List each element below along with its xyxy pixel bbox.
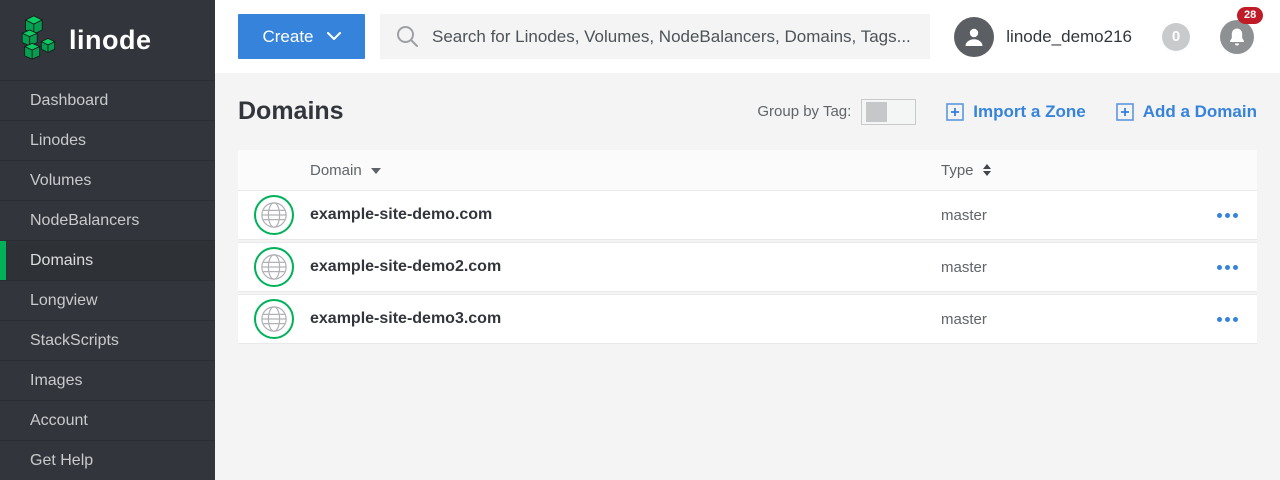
plus-square-icon <box>1116 103 1134 121</box>
column-label: Type <box>941 162 974 179</box>
sidebar-item-label: NodeBalancers <box>30 212 139 230</box>
domains-table: Domain Type example-site-demo.com master… <box>238 150 1257 344</box>
sidebar-item-label: Domains <box>30 252 93 270</box>
toggle-knob <box>866 102 887 122</box>
sidebar-item-get-help[interactable]: Get Help <box>0 440 215 480</box>
row-actions-menu-button[interactable] <box>1197 213 1257 218</box>
page-title: Domains <box>238 97 344 126</box>
sidebar-item-images[interactable]: Images <box>0 360 215 400</box>
row-actions-menu-button[interactable] <box>1197 265 1257 270</box>
row-actions-menu-button[interactable] <box>1197 317 1257 322</box>
domain-name[interactable]: example-site-demo.com <box>310 206 941 224</box>
sidebar-item-label: Get Help <box>30 452 93 470</box>
bell-icon <box>1228 27 1246 46</box>
user-icon <box>962 25 986 49</box>
linode-logo[interactable]: linode <box>0 0 215 80</box>
global-search <box>380 14 930 59</box>
sidebar-item-volumes[interactable]: Volumes <box>0 160 215 200</box>
create-button-label: Create <box>262 27 313 47</box>
table-row[interactable]: example-site-demo3.com master <box>238 294 1257 344</box>
column-label: Domain <box>310 162 362 179</box>
sidebar-item-account[interactable]: Account <box>0 400 215 440</box>
column-header-type[interactable]: Type <box>941 162 1197 179</box>
sort-icon <box>983 164 991 176</box>
user-cluster: linode_demo216 0 28 <box>954 17 1280 57</box>
table-header: Domain Type <box>238 150 1257 190</box>
notifications-button[interactable] <box>1220 20 1254 54</box>
add-domain-link[interactable]: Add a Domain <box>1116 102 1257 122</box>
sidebar-item-dashboard[interactable]: Dashboard <box>0 80 215 120</box>
sidebar-item-label: Linodes <box>30 132 86 150</box>
create-button[interactable]: Create <box>238 14 365 59</box>
sidebar-item-linodes[interactable]: Linodes <box>0 120 215 160</box>
group-by-tag-label: Group by Tag: <box>757 103 851 120</box>
main-content: Domains Group by Tag: Import a Zone Add … <box>215 73 1280 480</box>
notification-count-badge[interactable]: 28 <box>1237 7 1263 24</box>
domain-type: master <box>941 207 1197 224</box>
import-zone-label: Import a Zone <box>973 102 1085 122</box>
username[interactable]: linode_demo216 <box>1006 27 1132 47</box>
search-input[interactable] <box>432 27 914 47</box>
domain-globe-icon <box>254 195 294 235</box>
notifications: 28 <box>1220 20 1254 54</box>
logo-wordmark: linode <box>69 25 152 56</box>
add-domain-label: Add a Domain <box>1143 102 1257 122</box>
table-row[interactable]: example-site-demo2.com master <box>238 242 1257 292</box>
linode-cubes-icon <box>18 15 58 65</box>
user-avatar[interactable] <box>954 17 994 57</box>
sidebar-item-domains[interactable]: Domains <box>0 240 215 280</box>
events-count: 0 <box>1172 28 1180 45</box>
sidebar-item-label: Account <box>30 412 88 430</box>
domain-name[interactable]: example-site-demo3.com <box>310 310 941 328</box>
column-header-domain[interactable]: Domain <box>310 162 941 179</box>
domain-name[interactable]: example-site-demo2.com <box>310 258 941 276</box>
sidebar-item-label: Images <box>30 372 82 390</box>
domain-type: master <box>941 259 1197 276</box>
group-by-tag-toggle[interactable] <box>861 99 916 125</box>
import-zone-link[interactable]: Import a Zone <box>946 102 1085 122</box>
plus-square-icon <box>946 103 964 121</box>
sidebar-nav: Dashboard Linodes Volumes NodeBalancers … <box>0 80 215 480</box>
sidebar-item-stackscripts[interactable]: StackScripts <box>0 320 215 360</box>
sidebar-item-label: Longview <box>30 292 98 310</box>
table-row[interactable]: example-site-demo.com master <box>238 190 1257 240</box>
domain-type: master <box>941 311 1197 328</box>
sidebar-item-nodebalancers[interactable]: NodeBalancers <box>0 200 215 240</box>
search-icon <box>396 25 419 48</box>
topbar: Create linode_demo216 0 <box>215 0 1280 73</box>
sidebar-item-label: Dashboard <box>30 92 108 110</box>
sort-desc-icon <box>371 168 381 174</box>
domain-globe-icon <box>254 299 294 339</box>
sidebar-item-label: StackScripts <box>30 332 119 350</box>
sidebar-item-label: Volumes <box>30 172 91 190</box>
chevron-down-icon <box>327 32 341 41</box>
page-controls: Group by Tag: Import a Zone Add a Domain <box>757 99 1257 125</box>
domain-globe-icon <box>254 247 294 287</box>
sidebar: linode Dashboard Linodes Volumes NodeBal… <box>0 0 215 480</box>
page-header: Domains Group by Tag: Import a Zone Add … <box>215 73 1280 150</box>
sidebar-item-longview[interactable]: Longview <box>0 280 215 320</box>
events-counter[interactable]: 0 <box>1162 23 1190 51</box>
